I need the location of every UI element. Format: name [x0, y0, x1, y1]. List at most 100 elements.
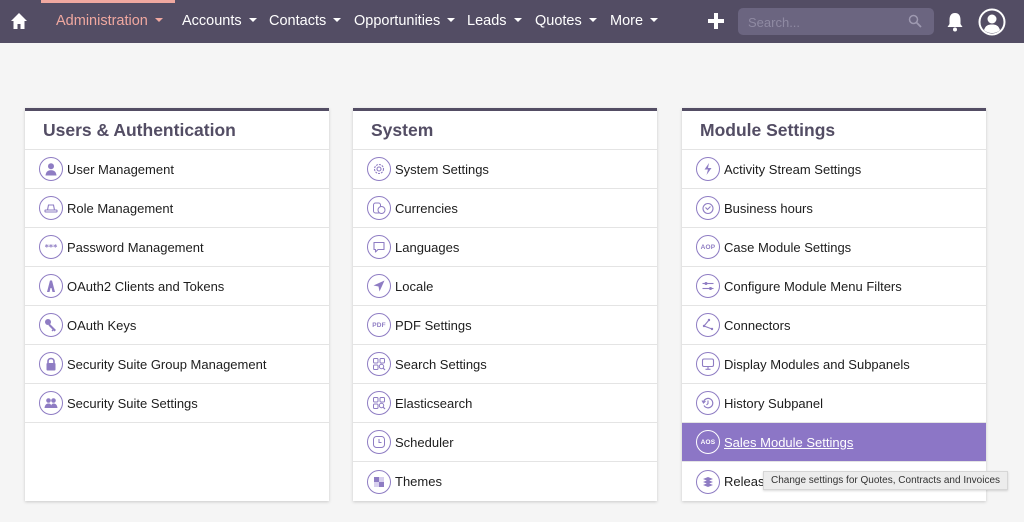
link-configure-module-menu-filters[interactable]: Configure Module Menu Filters — [682, 267, 986, 306]
row-label: Elasticsearch — [395, 395, 473, 411]
nav-more[interactable]: More — [610, 13, 659, 29]
search-settings-icon — [367, 352, 391, 376]
bell-icon[interactable] — [946, 12, 964, 32]
link-activity-stream-settings[interactable]: Activity Stream Settings — [682, 150, 986, 189]
link-user-management[interactable]: User Management — [25, 150, 329, 189]
layers-icon — [696, 469, 720, 494]
link-oauth2-clients-tokens[interactable]: OAuth2 Clients and Tokens — [25, 267, 329, 306]
row-label: Role Management — [67, 200, 174, 216]
link-display-modules-subpanels[interactable]: Display Modules and Subpanels — [682, 345, 986, 384]
link-elasticsearch[interactable]: Elasticsearch — [353, 384, 657, 423]
nav-label: Leads — [467, 13, 507, 29]
nav-label: Administration — [56, 13, 148, 29]
clock-icon — [367, 430, 391, 454]
row-label: Themes — [395, 474, 442, 489]
nav-label: Accounts — [182, 13, 242, 29]
lightning-icon — [696, 157, 720, 181]
user-circle-icon[interactable] — [978, 8, 1006, 36]
row-label: OAuth2 Clients and Tokens — [67, 278, 225, 294]
home-icon[interactable] — [10, 11, 28, 31]
search-icon[interactable] — [908, 14, 922, 28]
row-label: Search Settings — [395, 356, 487, 372]
connectors-icon — [696, 313, 720, 337]
chevron-down-icon — [154, 18, 163, 23]
icon-text: AOS — [700, 438, 716, 446]
link-pdf-settings[interactable]: PDF PDF Settings — [353, 306, 657, 345]
link-search-settings[interactable]: Search Settings — [353, 345, 657, 384]
row-label: Password Management — [67, 239, 204, 255]
row-label: Configure Module Menu Filters — [724, 278, 902, 294]
sliders-icon — [696, 274, 720, 298]
chevron-down-icon — [333, 18, 342, 23]
users-icon — [39, 391, 63, 415]
nav-label: Contacts — [269, 13, 327, 29]
icon-text: PDF — [372, 321, 386, 329]
monitor-icon — [696, 352, 720, 376]
nav-quotes[interactable]: Quotes — [535, 13, 597, 29]
link-business-hours[interactable]: Business hours — [682, 189, 986, 228]
link-connectors[interactable]: Connectors — [682, 306, 986, 345]
key-icon — [39, 313, 63, 337]
row-label: Security Suite Group Management — [67, 356, 267, 372]
row-label: Scheduler — [395, 434, 454, 450]
row-label: History Subpanel — [724, 395, 823, 411]
nav-label: More — [610, 13, 644, 29]
link-security-suite-group-management[interactable]: Security Suite Group Management — [25, 345, 329, 384]
link-case-module-settings[interactable]: AOP Case Module Settings — [682, 228, 986, 267]
row-label: PDF Settings — [395, 317, 472, 333]
nav-administration[interactable]: Administration — [56, 13, 163, 29]
row-label: Display Modules and Subpanels — [724, 356, 910, 372]
location-arrow-icon — [367, 274, 391, 298]
row-label: Activity Stream Settings — [724, 161, 862, 177]
link-languages[interactable]: Languages — [353, 228, 657, 267]
tooltip: Change settings for Quotes, Contracts an… — [763, 471, 1009, 490]
link-system-settings[interactable]: System Settings — [353, 150, 657, 189]
row-label: Case Module Settings — [724, 239, 852, 255]
hat-icon — [39, 196, 63, 220]
aos-icon: AOS — [696, 430, 720, 454]
plus-icon[interactable] — [706, 11, 726, 31]
link-locale[interactable]: Locale — [353, 267, 657, 306]
lock-icon — [39, 352, 63, 376]
active-tab-indicator — [41, 0, 175, 3]
aop-icon: AOP — [696, 235, 720, 259]
link-scheduler[interactable]: Scheduler — [353, 423, 657, 462]
row-label: Locale — [395, 278, 434, 294]
row-label: Connectors — [724, 317, 791, 333]
panel-module-settings: Module Settings Activity Stream Settings… — [682, 108, 986, 501]
link-oauth-keys[interactable]: OAuth Keys — [25, 306, 329, 345]
link-themes[interactable]: Themes — [353, 462, 657, 501]
pdf-icon: PDF — [367, 313, 391, 337]
history-icon — [696, 391, 720, 415]
svg-text:***: *** — [45, 243, 58, 252]
row-label: OAuth Keys — [67, 317, 137, 333]
password-icon: *** — [39, 235, 63, 259]
link-role-management[interactable]: Role Management — [25, 189, 329, 228]
nav-leads[interactable]: Leads — [467, 13, 522, 29]
chevron-down-icon — [650, 18, 659, 23]
link-security-suite-settings[interactable]: Security Suite Settings — [25, 384, 329, 423]
top-navbar: Administration Accounts Contacts Opportu… — [0, 0, 1024, 43]
gear-icon — [367, 157, 391, 181]
row-label: Languages — [395, 239, 460, 255]
coins-icon — [367, 196, 391, 220]
link-sales-module-settings[interactable]: AOS Sales Module Settings — [682, 423, 986, 462]
user-icon — [39, 157, 63, 181]
link-history-subpanel[interactable]: History Subpanel — [682, 384, 986, 423]
row-label: User Management — [67, 161, 174, 177]
nav-contacts[interactable]: Contacts — [269, 13, 342, 29]
panel-filler — [25, 423, 329, 501]
alarm-clock-icon — [696, 196, 720, 220]
nav-opportunities[interactable]: Opportunities — [354, 13, 456, 29]
panel-title: Module Settings — [682, 111, 986, 150]
panel-system: System System Settings Currencies Langua… — [353, 108, 657, 501]
link-password-management[interactable]: *** Password Management — [25, 228, 329, 267]
search-input[interactable] — [748, 13, 898, 31]
link-currencies[interactable]: Currencies — [353, 189, 657, 228]
nav-label: Quotes — [535, 13, 582, 29]
nav-accounts[interactable]: Accounts — [182, 13, 257, 29]
row-label: Business hours — [724, 200, 813, 216]
row-label: Currencies — [395, 200, 458, 216]
icon-text: AOP — [700, 243, 716, 251]
themes-icon — [367, 469, 391, 494]
